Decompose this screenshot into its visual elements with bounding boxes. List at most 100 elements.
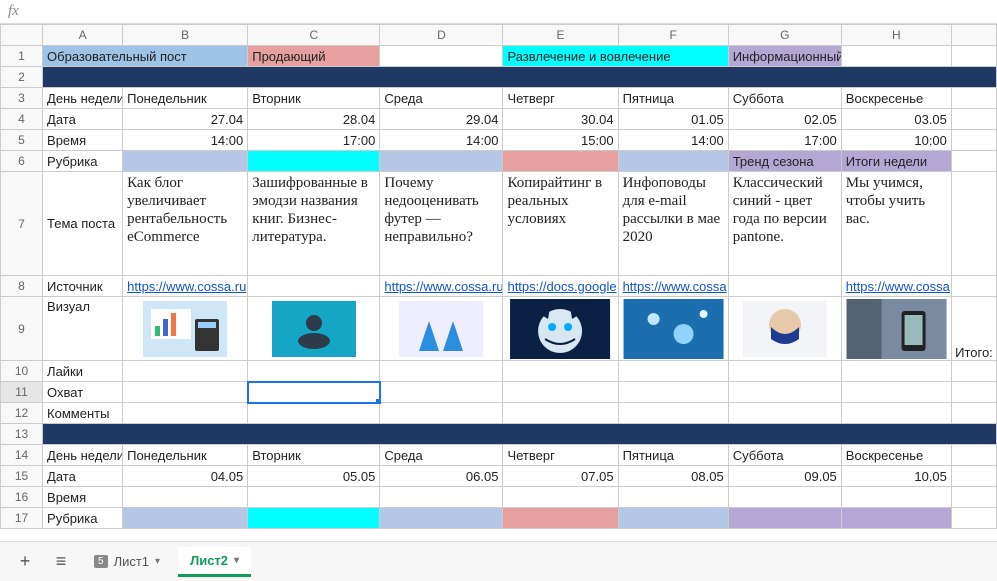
- cell[interactable]: [618, 487, 728, 508]
- cell[interactable]: https://www.cossa: [841, 276, 951, 297]
- cell[interactable]: 29.04: [380, 109, 503, 130]
- row-header-11[interactable]: 11: [1, 382, 43, 403]
- label-time[interactable]: Время: [43, 487, 123, 508]
- visual-cell[interactable]: [618, 297, 728, 361]
- cell[interactable]: 28.04: [248, 109, 380, 130]
- cell[interactable]: [728, 361, 841, 382]
- row-9[interactable]: 9 Визуал Итого:: [1, 297, 997, 361]
- row-header-17[interactable]: 17: [1, 508, 43, 529]
- source-link[interactable]: https://www.cossa: [846, 279, 950, 294]
- cell[interactable]: [380, 151, 503, 172]
- cell[interactable]: [951, 466, 996, 487]
- cell[interactable]: 17:00: [248, 130, 380, 151]
- cell[interactable]: [503, 382, 618, 403]
- visual-cell[interactable]: [248, 297, 380, 361]
- cell[interactable]: [248, 276, 380, 297]
- cell[interactable]: [841, 361, 951, 382]
- cell[interactable]: https://www.cossa.ru: [380, 276, 503, 297]
- row-header-1[interactable]: 1: [1, 46, 43, 67]
- chevron-down-icon[interactable]: ▾: [234, 555, 239, 566]
- formula-bar[interactable]: fx: [0, 0, 997, 24]
- cell[interactable]: [951, 109, 996, 130]
- source-link[interactable]: https://www.cossa.ru: [384, 279, 503, 294]
- cell[interactable]: [248, 508, 380, 529]
- row-11[interactable]: 11 Охват: [1, 382, 997, 403]
- cell[interactable]: Четверг: [503, 445, 618, 466]
- cell[interactable]: [618, 151, 728, 172]
- cell[interactable]: [380, 403, 503, 424]
- cell[interactable]: 15:00: [503, 130, 618, 151]
- cell[interactable]: [503, 361, 618, 382]
- row-3[interactable]: 3 День недели Понедельник Вторник Среда …: [1, 88, 997, 109]
- legend-entertainment[interactable]: Развлечение и вовлечение: [503, 46, 728, 67]
- cell[interactable]: [123, 487, 248, 508]
- cell[interactable]: [951, 172, 996, 276]
- col-header-D[interactable]: D: [380, 25, 503, 46]
- cell[interactable]: [618, 382, 728, 403]
- source-link[interactable]: https://docs.google: [507, 279, 616, 294]
- cell[interactable]: Воскресенье: [841, 445, 951, 466]
- cell[interactable]: [248, 403, 380, 424]
- cell[interactable]: Тренд сезона: [728, 151, 841, 172]
- cell[interactable]: [248, 361, 380, 382]
- cell[interactable]: [618, 403, 728, 424]
- cell[interactable]: [380, 382, 503, 403]
- col-header-extra[interactable]: [951, 25, 996, 46]
- cell[interactable]: Четверг: [503, 88, 618, 109]
- tab-sheet2[interactable]: Лист2 ▾: [178, 547, 251, 577]
- cell[interactable]: Вторник: [248, 88, 380, 109]
- cell[interactable]: Инфоповоды для e-mail рассылки в мае 202…: [618, 172, 728, 276]
- label-date[interactable]: Дата: [43, 466, 123, 487]
- cell[interactable]: Итоги недели: [841, 151, 951, 172]
- row-header-14[interactable]: 14: [1, 445, 43, 466]
- row-header-3[interactable]: 3: [1, 88, 43, 109]
- visual-cell[interactable]: [380, 297, 503, 361]
- cell[interactable]: 03.05: [841, 109, 951, 130]
- cell[interactable]: https://www.cossa.ru: [123, 276, 248, 297]
- col-header-F[interactable]: F: [618, 25, 728, 46]
- cell[interactable]: 10.05: [841, 466, 951, 487]
- cell[interactable]: [380, 508, 503, 529]
- selection-handle[interactable]: [376, 399, 380, 403]
- label-date[interactable]: Дата: [43, 109, 123, 130]
- cell[interactable]: Зашифрованные в эмодзи названия книг. Би…: [248, 172, 380, 276]
- row-header-4[interactable]: 4: [1, 109, 43, 130]
- cell[interactable]: [123, 382, 248, 403]
- col-header-H[interactable]: H: [841, 25, 951, 46]
- row-13-separator[interactable]: 13: [1, 424, 997, 445]
- cell[interactable]: [728, 382, 841, 403]
- legend-selling[interactable]: Продающий: [248, 46, 380, 67]
- label-topic[interactable]: Тема поста: [43, 172, 123, 276]
- cell[interactable]: https://docs.google: [503, 276, 618, 297]
- row-1[interactable]: 1 Образовательный пост Продающий Развлеч…: [1, 46, 997, 67]
- cell[interactable]: [951, 151, 996, 172]
- label-rubric[interactable]: Рубрика: [43, 508, 123, 529]
- row-14[interactable]: 14 День недели Понедельник Вторник Среда…: [1, 445, 997, 466]
- col-header-A[interactable]: A: [43, 25, 123, 46]
- cell[interactable]: 14:00: [380, 130, 503, 151]
- cell[interactable]: [618, 361, 728, 382]
- cell[interactable]: [728, 276, 841, 297]
- cell[interactable]: 17:00: [728, 130, 841, 151]
- cell[interactable]: 27.04: [123, 109, 248, 130]
- cell[interactable]: Воскресенье: [841, 88, 951, 109]
- cell[interactable]: Почему недооценивать футер — неправильно…: [380, 172, 503, 276]
- row-header-16[interactable]: 16: [1, 487, 43, 508]
- row-5[interactable]: 5 Время 14:00 17:00 14:00 15:00 14:00 17…: [1, 130, 997, 151]
- visual-cell[interactable]: [841, 297, 951, 361]
- cell[interactable]: 06.05: [380, 466, 503, 487]
- cell[interactable]: 01.05: [618, 109, 728, 130]
- row-header-5[interactable]: 5: [1, 130, 43, 151]
- row-header-7[interactable]: 7: [1, 172, 43, 276]
- cell[interactable]: Среда: [380, 88, 503, 109]
- cell[interactable]: Пятница: [618, 88, 728, 109]
- cell[interactable]: 08.05: [618, 466, 728, 487]
- label-source[interactable]: Источник: [43, 276, 123, 297]
- cell[interactable]: [841, 46, 951, 67]
- cell[interactable]: Среда: [380, 445, 503, 466]
- cell[interactable]: [951, 276, 996, 297]
- row-16[interactable]: 16 Время: [1, 487, 997, 508]
- cell[interactable]: Суббота: [728, 88, 841, 109]
- label-visual[interactable]: Визуал: [43, 297, 123, 361]
- cell[interactable]: [123, 508, 248, 529]
